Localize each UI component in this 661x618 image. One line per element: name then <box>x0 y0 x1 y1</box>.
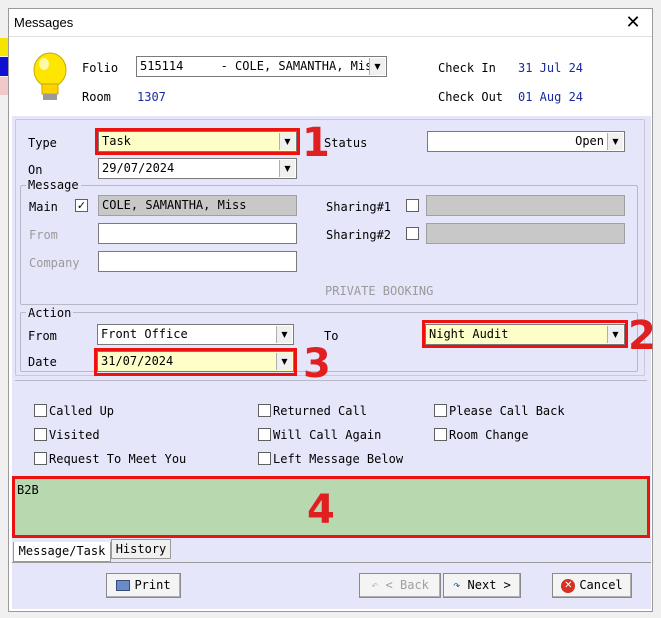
left-message-label: Left Message Below <box>273 452 404 466</box>
visited-checkbox[interactable] <box>34 428 47 441</box>
message-group-title: Message <box>26 178 81 192</box>
lower-panel: Message/Task History Print ↶ < Back ↷ Ne… <box>12 539 651 609</box>
annotation-number-2: 2 <box>628 313 656 359</box>
check-in-value: 31 Jul 24 <box>518 61 584 75</box>
main-guest-value: COLE, SAMANTHA, Miss <box>102 198 247 212</box>
on-date-select[interactable]: 29/07/2024 ▼ <box>98 158 297 179</box>
chevron-down-icon[interactable]: ▼ <box>369 58 385 75</box>
sharing1-checkbox[interactable] <box>406 199 419 212</box>
annotation-box-2 <box>422 320 628 348</box>
divider <box>15 380 647 381</box>
title-bar: Messages ✕ <box>9 9 652 37</box>
sharing1-label: Sharing#1 <box>326 200 392 214</box>
status-value: Open <box>575 134 604 148</box>
request-meet-checkbox[interactable] <box>34 452 47 465</box>
called-up-checkbox[interactable] <box>34 404 47 417</box>
message-body-panel: Type Task ▼ 1 Status Open ▼ On 29/07/202… <box>12 116 656 541</box>
sharing2-checkbox[interactable] <box>406 227 419 240</box>
action-date-label: Date <box>28 355 57 369</box>
action-from-select[interactable]: Front Office ▼ <box>97 324 294 345</box>
check-in-label: Check In <box>438 61 496 75</box>
tab-underline <box>12 562 651 563</box>
from-label: From <box>29 228 58 242</box>
room-value: 1307 <box>137 90 166 104</box>
messages-dialog: Messages ✕ Folio 515114 - COLE, SAMANTHA… <box>8 8 656 612</box>
on-date-value: 29/07/2024 <box>102 161 175 175</box>
dialog-title: Messages <box>14 15 74 30</box>
main-label: Main <box>29 200 58 214</box>
chevron-down-icon[interactable]: ▼ <box>279 160 295 177</box>
annotation-number-3: 3 <box>303 341 331 387</box>
check-out-value: 01 Aug 24 <box>518 90 584 104</box>
action-group-title: Action <box>26 306 74 320</box>
check-out-label: Check Out <box>438 90 504 104</box>
chevron-down-icon[interactable]: ▼ <box>607 133 623 150</box>
cancel-label: Cancel <box>579 578 623 592</box>
cancel-icon: ✕ <box>561 578 576 593</box>
annotation-number-4: 4 <box>307 487 335 533</box>
sharing2-label: Sharing#2 <box>326 228 392 242</box>
folio-select[interactable]: 515114 - COLE, SAMANTHA, Miss ▼ <box>136 56 387 77</box>
guest-header: Folio 515114 - COLE, SAMANTHA, Miss ▼ Ro… <box>9 38 652 116</box>
next-arrow-icon: ↷ <box>453 578 461 592</box>
returned-call-checkbox[interactable] <box>258 404 271 417</box>
status-select[interactable]: Open ▼ <box>427 131 625 152</box>
tab-history[interactable]: History <box>111 539 171 559</box>
annotation-box-1 <box>95 128 300 155</box>
chevron-down-icon[interactable]: ▼ <box>276 326 292 343</box>
left-message-checkbox[interactable] <box>258 452 271 465</box>
guest-name: - COLE, SAMANTHA, Miss <box>220 59 380 73</box>
private-booking-text: PRIVATE BOOKING <box>325 284 434 298</box>
room-change-checkbox[interactable] <box>434 428 447 441</box>
room-change-label: Room Change <box>449 428 529 442</box>
folio-label: Folio <box>82 61 119 75</box>
tab-message-task[interactable]: Message/Task <box>13 542 111 562</box>
visited-label: Visited <box>49 428 100 442</box>
print-button[interactable]: Print <box>106 573 181 598</box>
will-call-again-label: Will Call Again <box>273 428 382 442</box>
print-label: Print <box>134 578 171 592</box>
action-from-label: From <box>28 329 57 343</box>
sharing1-field <box>426 195 625 216</box>
returned-call-label: Returned Call <box>273 404 367 418</box>
type-label: Type <box>28 136 57 150</box>
room-label: Room <box>82 90 111 104</box>
lightbulb-icon <box>33 52 67 100</box>
sharing2-field <box>426 223 625 244</box>
back-label: < Back <box>385 578 429 592</box>
cancel-button[interactable]: ✕ Cancel <box>552 573 632 598</box>
status-label: Status <box>324 136 368 150</box>
please-call-back-checkbox[interactable] <box>434 404 447 417</box>
back-arrow-icon: ↶ <box>371 578 379 592</box>
will-call-again-checkbox[interactable] <box>258 428 271 441</box>
company-label: Company <box>29 256 80 270</box>
called-up-label: Called Up <box>49 404 115 418</box>
next-button[interactable]: ↷ Next > <box>443 573 521 598</box>
tab-message-task-label: Message/Task <box>18 544 106 558</box>
folio-number: 515114 <box>140 59 184 73</box>
close-icon[interactable]: ✕ <box>620 11 646 35</box>
from-field[interactable] <box>98 223 297 244</box>
action-from-value: Front Office <box>101 327 188 341</box>
tab-history-label: History <box>115 542 167 556</box>
annotation-box-3 <box>94 348 297 376</box>
back-button[interactable]: ↶ < Back <box>359 573 441 598</box>
request-meet-label: Request To Meet You <box>49 452 187 466</box>
company-field[interactable] <box>98 251 297 272</box>
main-guest-field: COLE, SAMANTHA, Miss <box>98 195 297 216</box>
next-label: Next > <box>467 578 511 592</box>
please-call-back-label: Please Call Back <box>449 404 565 418</box>
on-label: On <box>28 163 43 177</box>
printer-icon <box>116 580 131 591</box>
main-checkbox[interactable]: ✓ <box>75 199 88 212</box>
